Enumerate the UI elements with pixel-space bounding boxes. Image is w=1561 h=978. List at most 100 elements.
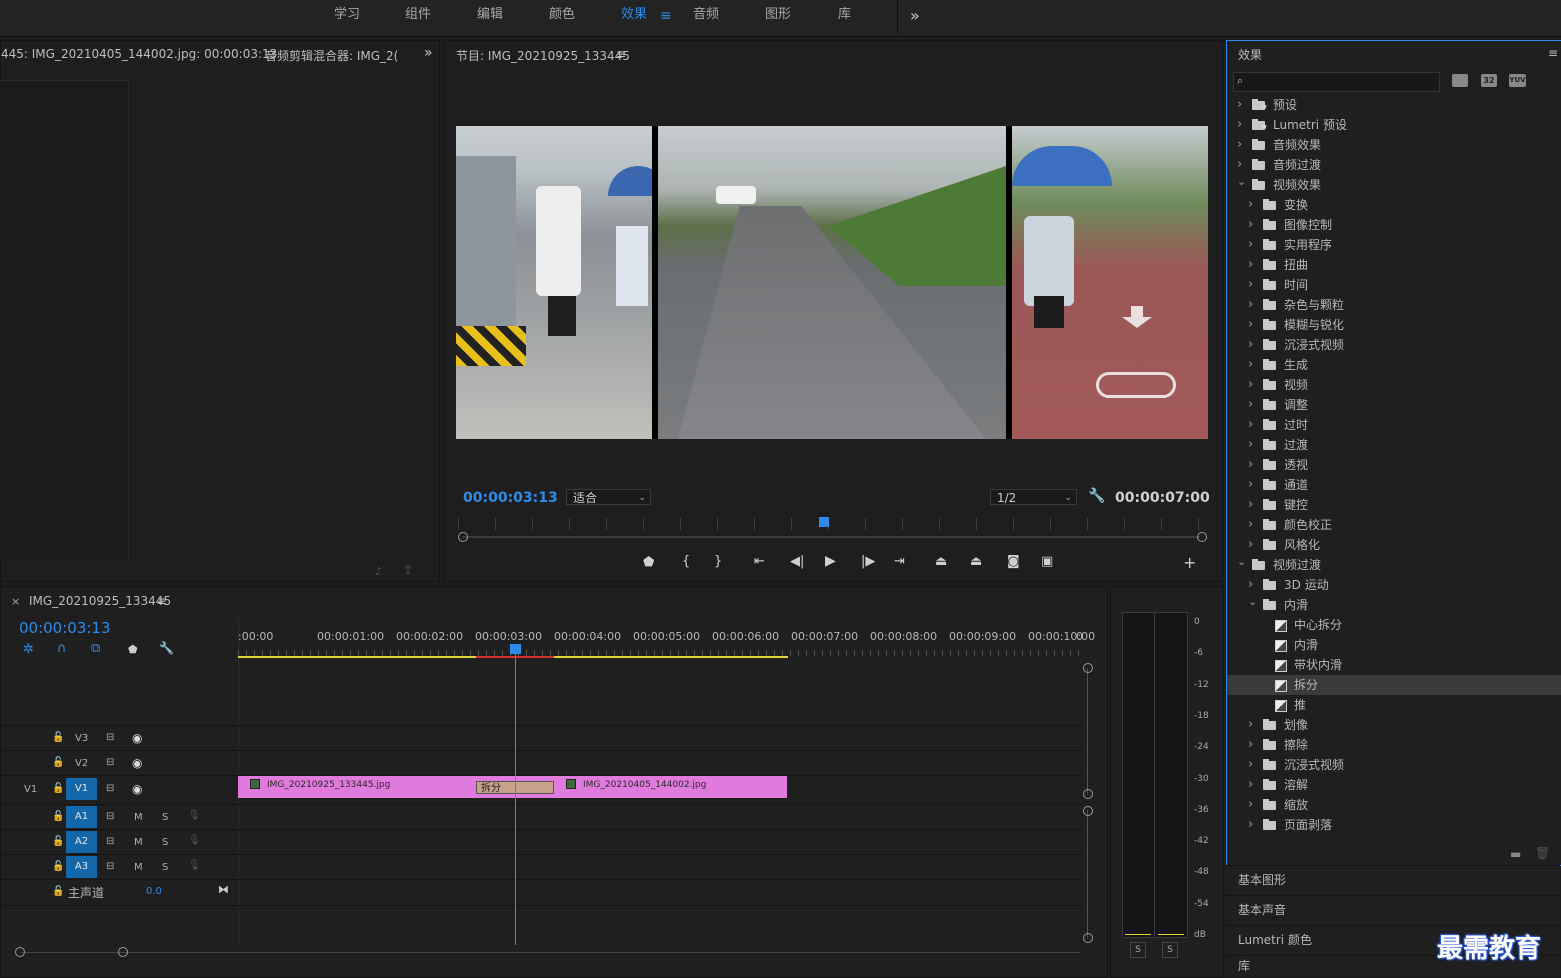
scroll-handle[interactable] — [1083, 806, 1093, 816]
workspace-tab-effects[interactable]: 效果 — [621, 0, 647, 30]
chevron-right-icon[interactable]: › — [1248, 475, 1253, 495]
effects-tree-item[interactable]: › 图像控制 — [1227, 215, 1561, 235]
effects-title[interactable]: 效果 — [1238, 46, 1262, 63]
scrub-track[interactable] — [462, 536, 1200, 538]
mark-out-icon[interactable]: } — [714, 554, 722, 569]
chevron-right-icon[interactable]: › — [1248, 295, 1253, 315]
lock-icon[interactable]: 🔓 — [52, 757, 64, 768]
effects-tree-item[interactable]: › 沉浸式视频 — [1227, 755, 1561, 775]
chevron-right-icon[interactable]: › — [1248, 815, 1253, 835]
chevron-right-icon[interactable]: › — [1248, 255, 1253, 275]
solo-right-button[interactable]: S — [1162, 942, 1178, 958]
chevron-right-icon[interactable]: › — [1248, 535, 1253, 555]
effects-tree-item[interactable]: › 沉浸式视频 — [1227, 335, 1561, 355]
effects-tree-item[interactable]: › 缩放 — [1227, 795, 1561, 815]
scroll-handle[interactable] — [1083, 789, 1093, 799]
source-patch-v1[interactable]: V1 — [24, 784, 37, 795]
workspace-tab-graphics[interactable]: 图形 — [765, 0, 791, 30]
chevron-right-icon[interactable]: › — [1248, 315, 1253, 335]
lock-icon[interactable]: 🔓 — [52, 783, 64, 794]
timeline-h-scrollbar[interactable] — [20, 952, 1080, 953]
mute-button[interactable]: M — [134, 812, 143, 823]
scroll-handle[interactable] — [1083, 663, 1093, 673]
clip-2[interactable]: IMG_20210405_144002.jpg — [554, 776, 787, 798]
chevron-right-icon[interactable]: › — [1248, 435, 1253, 455]
workspace-menu-icon[interactable]: ≡ — [660, 8, 672, 24]
mark-in-icon[interactable]: { — [682, 554, 690, 569]
effects-tree-item[interactable]: › ★ 预设 — [1227, 95, 1561, 115]
yuv-effects-icon[interactable]: YUV — [1509, 74, 1526, 87]
chevron-right-icon[interactable]: › — [1248, 195, 1253, 215]
sync-lock-icon[interactable]: ⊟ — [106, 757, 114, 768]
comparison-view-icon[interactable]: ▣ — [1041, 554, 1053, 569]
camera-icon[interactable]: ◙ — [1007, 554, 1020, 569]
audio-scrub-icon[interactable]: ♪ — [375, 565, 382, 578]
go-to-out-icon[interactable]: ⇥ — [894, 554, 905, 569]
effects-tree-item[interactable]: 内滑 — [1227, 635, 1561, 655]
scroll-handle[interactable] — [15, 947, 25, 957]
sync-lock-icon[interactable]: ⊟ — [106, 783, 114, 794]
effects-tree-item[interactable]: › 实用程序 — [1227, 235, 1561, 255]
effects-tree-item[interactable]: 拆分 — [1227, 675, 1561, 695]
chevron-right-icon[interactable]: › — [1248, 735, 1253, 755]
chevron-right-icon[interactable]: › — [1248, 235, 1253, 255]
track-target-v1[interactable]: V1 — [66, 778, 97, 800]
chevron-right-icon[interactable]: › — [1248, 495, 1253, 515]
scrub-start-handle[interactable] — [458, 532, 468, 542]
button-editor-plus-icon[interactable]: + — [1183, 553, 1196, 572]
resolution-dropdown[interactable]: 1/2 ⌄ — [990, 489, 1077, 505]
workspace-tab-editing[interactable]: 编辑 — [477, 0, 503, 30]
effects-tree-item[interactable]: › ★ Lumetri 预设 — [1227, 115, 1561, 135]
microphone-icon[interactable]: 🎙 — [188, 810, 201, 821]
panel-menu-icon[interactable]: ≡ — [157, 594, 167, 608]
sequence-tab[interactable]: IMG_20210925_133445 — [29, 594, 171, 608]
step-forward-icon[interactable]: |▶ — [861, 554, 875, 569]
zoom-dropdown[interactable]: 适合 ⌄ — [566, 489, 651, 505]
microphone-icon[interactable]: 🎙 — [188, 860, 201, 871]
overflow-chevron-icon[interactable]: » — [910, 6, 920, 25]
workspace-tab-audio[interactable]: 音频 — [693, 0, 719, 30]
chevron-right-icon[interactable]: › — [1237, 115, 1242, 135]
chevron-right-icon[interactable]: › — [1237, 135, 1242, 155]
play-icon[interactable]: ▶ — [825, 553, 836, 569]
effects-tree-item[interactable]: › 过时 — [1227, 415, 1561, 435]
panel-essential-graphics[interactable]: 基本图形 — [1226, 865, 1560, 894]
chevron-right-icon[interactable]: › — [1248, 275, 1253, 295]
chevron-right-icon[interactable]: › — [1248, 755, 1253, 775]
solo-button[interactable]: S — [162, 862, 168, 873]
lock-icon[interactable]: 🔓 — [52, 886, 64, 897]
clip-1[interactable]: IMG_20210925_133445.jpg — [238, 776, 476, 798]
effects-tree-item[interactable]: › 模糊与锐化 — [1227, 315, 1561, 335]
effects-tree-item[interactable]: › 键控 — [1227, 495, 1561, 515]
timeline-timecode[interactable]: 00:00:03:13 — [19, 619, 111, 637]
track-target-a1[interactable]: A1 — [66, 806, 97, 828]
microphone-icon[interactable]: 🎙 — [188, 835, 201, 846]
effects-tree-item[interactable]: › 擦除 — [1227, 735, 1561, 755]
chevron-right-icon[interactable]: › — [1248, 355, 1253, 375]
eye-icon[interactable]: ◉ — [132, 782, 142, 796]
effects-tree-item[interactable]: › 划像 — [1227, 715, 1561, 735]
track-target-a2[interactable]: A2 — [66, 831, 97, 853]
solo-left-button[interactable]: S — [1130, 942, 1146, 958]
chevron-right-icon[interactable]: › — [1248, 215, 1253, 235]
chevron-right-icon[interactable]: › — [1248, 775, 1253, 795]
master-volume[interactable]: 0.0 — [146, 886, 162, 897]
effects-tree-item[interactable]: › 视频 — [1227, 375, 1561, 395]
add-marker-icon[interactable]: ⬟ — [128, 643, 138, 656]
lift-icon[interactable]: ⏏ — [935, 554, 947, 569]
effects-tree-item[interactable]: › 时间 — [1227, 275, 1561, 295]
effects-tree-item[interactable]: › 扭曲 — [1227, 255, 1561, 275]
program-timecode[interactable]: 00:00:03:13 — [463, 490, 558, 506]
effects-tree-item[interactable]: › 页面剥落 — [1227, 815, 1561, 835]
source-tab[interactable]: 445: IMG_20210405_144002.jpg: 00:00:03:1… — [1, 47, 277, 61]
scroll-handle[interactable] — [118, 947, 128, 957]
lock-icon[interactable]: 🔓 — [52, 861, 64, 872]
effects-tree-item[interactable]: › 音频效果 — [1227, 135, 1561, 155]
export-icon[interactable]: ⇪ — [403, 563, 413, 577]
add-marker-icon[interactable]: ⬟ — [643, 555, 654, 570]
effects-tree-item[interactable]: 带状内滑 — [1227, 655, 1561, 675]
scroll-handle[interactable] — [1083, 933, 1093, 943]
sync-lock-icon[interactable]: ⊟ — [106, 836, 114, 847]
linked-selection-icon[interactable]: ⧉ — [91, 641, 100, 656]
solo-button[interactable]: S — [162, 812, 168, 823]
